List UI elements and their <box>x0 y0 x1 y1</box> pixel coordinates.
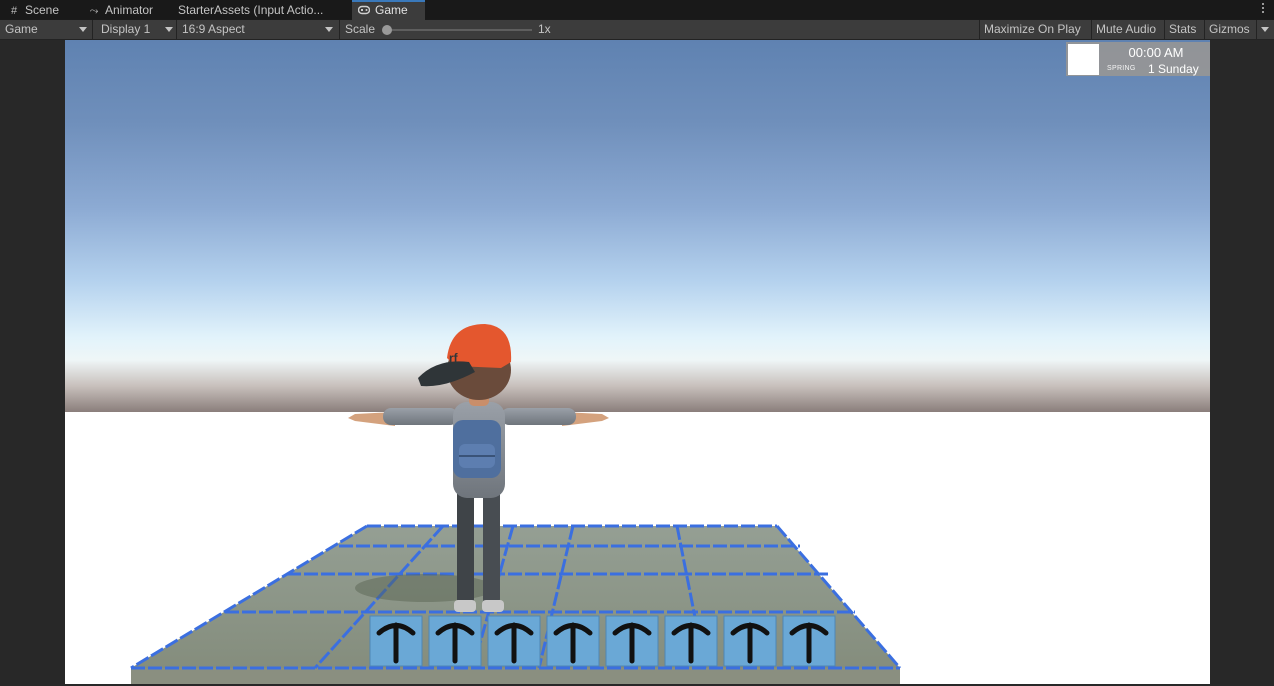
gizmos-dropdown[interactable] <box>1256 20 1274 39</box>
maximize-on-play-toggle[interactable]: Maximize On Play <box>979 20 1091 39</box>
hotbar-slot[interactable] <box>782 615 836 667</box>
hotbar-slot[interactable] <box>546 615 600 667</box>
game-viewport[interactable]: rf <box>65 40 1210 684</box>
tab-animator[interactable]: ⤳ Animator <box>80 0 166 20</box>
floor-edge <box>131 668 900 684</box>
mute-audio-toggle[interactable]: Mute Audio <box>1091 20 1164 39</box>
tab-game[interactable]: Game <box>352 0 425 20</box>
tab-starter-assets[interactable]: StarterAssets (Input Actio... <box>166 0 352 20</box>
season-label: SPRING <box>1107 65 1136 72</box>
time-hud: 00:00 AM SPRING 1 Sunday <box>1066 42 1210 76</box>
scene-render: rf <box>130 324 902 684</box>
day-label: 1 Sunday <box>1148 62 1199 76</box>
scale-label: Scale <box>339 20 383 39</box>
hotbar-slot[interactable] <box>369 615 423 667</box>
stats-toggle[interactable]: Stats <box>1164 20 1204 39</box>
weather-icon <box>1068 44 1099 75</box>
chevron-down-icon <box>1261 27 1269 32</box>
gizmos-toggle[interactable]: Gizmos <box>1204 20 1256 39</box>
aspect-select[interactable]: 16:9 Aspect <box>176 20 339 39</box>
svg-text:rf: rf <box>449 351 459 365</box>
chevron-down-icon <box>325 27 333 32</box>
chevron-down-icon <box>165 27 173 32</box>
grid-icon: # <box>10 5 18 17</box>
scale-value: 1x <box>538 22 551 36</box>
chevron-down-icon <box>79 27 87 32</box>
hotbar-slot[interactable] <box>605 615 659 667</box>
tab-scene[interactable]: # Scene <box>0 0 80 20</box>
hotbar-slot[interactable] <box>664 615 718 667</box>
clock-time: 00:00 AM <box>1128 45 1184 60</box>
gamepad-icon <box>357 3 371 20</box>
more-options-icon[interactable] <box>1260 1 1266 17</box>
display-select[interactable]: Display 1 <box>92 20 176 39</box>
view-select[interactable]: Game <box>0 20 92 39</box>
hotbar-slot[interactable] <box>428 615 482 667</box>
editor-tab-bar: # Scene ⤳ Animator StarterAssets (Input Ac… <box>0 0 1274 20</box>
animator-icon: ⤳ <box>89 5 99 17</box>
scale-slider-handle[interactable] <box>382 25 392 35</box>
scale-slider-track[interactable] <box>386 29 532 31</box>
hotbar-slot[interactable] <box>723 615 777 667</box>
game-view-toolbar: Game Display 1 16:9 Aspect Scale 1x Maxi… <box>0 20 1274 40</box>
hotbar-slot[interactable] <box>487 615 541 667</box>
